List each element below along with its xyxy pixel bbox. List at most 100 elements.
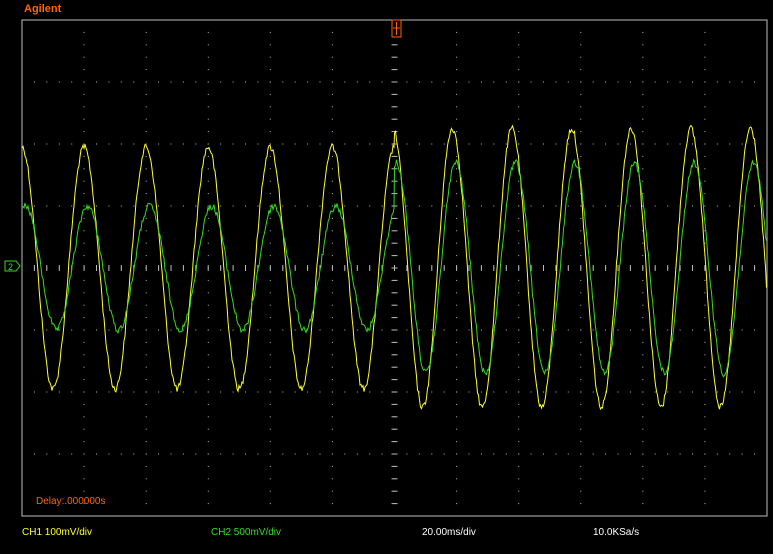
grid-dot <box>83 81 85 83</box>
status-bar: CH1 100mV/div CH2 500mV/div 20.00ms/div … <box>0 522 773 554</box>
grid-dot <box>741 391 743 393</box>
grid-dot <box>182 453 184 455</box>
grid-dot <box>654 391 656 393</box>
grid-dot <box>83 329 85 331</box>
grid-dot <box>592 391 594 393</box>
grid-dot <box>331 503 333 505</box>
grid-dot <box>605 81 607 83</box>
grid-dot <box>642 279 644 281</box>
grid-dot <box>269 279 271 281</box>
grid-dot <box>381 205 383 207</box>
grid-dot <box>642 441 644 443</box>
grid-dot <box>108 391 110 393</box>
grid-dot <box>145 292 147 294</box>
grid-dot <box>692 391 693 393</box>
grid-dot <box>269 354 271 356</box>
grid-dot <box>518 56 520 58</box>
grid-dot <box>207 255 209 257</box>
grid-dot <box>580 217 582 219</box>
grid-dot <box>518 143 520 145</box>
grid-dot <box>120 81 122 83</box>
grid-dot <box>530 81 532 83</box>
grid-dot <box>269 403 271 405</box>
grid-dot <box>642 93 644 95</box>
grid-dot <box>294 391 296 393</box>
grid-dot <box>71 329 73 331</box>
grid-dot <box>207 118 209 120</box>
grid-dot <box>145 465 147 467</box>
grid-dot <box>331 44 333 46</box>
grid-dot <box>269 441 271 443</box>
grid-dot <box>331 292 333 294</box>
grid-dot <box>257 143 259 145</box>
grid-dot <box>754 81 756 83</box>
grid-dot <box>543 81 544 83</box>
grid-dot <box>96 143 97 145</box>
grid-dot <box>580 478 582 480</box>
grid-dot <box>456 366 458 368</box>
grid-dot <box>232 143 234 145</box>
grid-dot <box>617 81 619 83</box>
grid-dot <box>96 205 97 207</box>
grid-dot <box>704 106 706 108</box>
grid-dot <box>207 391 209 393</box>
ch1-scale-readout[interactable]: CH1 100mV/div <box>22 527 92 538</box>
grid-dot <box>518 106 520 108</box>
grid-dot <box>207 143 209 145</box>
grid-dot <box>170 453 172 455</box>
grid-dot <box>456 478 458 480</box>
grid-dot <box>331 93 333 95</box>
ch2-scale-readout[interactable]: CH2 500mV/div <box>211 527 281 538</box>
grid-dot <box>592 329 594 331</box>
scope-display: 2 <box>0 0 773 554</box>
grid-dot <box>307 453 309 455</box>
grid-dot <box>518 490 520 492</box>
grid-dot <box>269 69 271 71</box>
grid-dot <box>456 93 458 95</box>
grid-dot <box>344 205 346 207</box>
grid-dot <box>716 81 718 83</box>
grid-dot <box>381 391 383 393</box>
grid-dot <box>207 168 209 170</box>
grid-dot <box>456 354 458 356</box>
grid-dot <box>518 118 520 120</box>
grid-dot <box>654 453 656 455</box>
grid-dot <box>269 292 271 294</box>
grid-dot <box>580 441 582 443</box>
grid-dot <box>518 93 520 95</box>
grid-dot <box>704 69 706 71</box>
grid-dot <box>456 230 458 232</box>
grid-dot <box>83 490 85 492</box>
grid-dot <box>580 106 582 108</box>
grid-dot <box>617 205 619 207</box>
grid-dot <box>257 81 259 83</box>
grid-dot <box>692 205 693 207</box>
grid-dot <box>83 230 85 232</box>
grid-dot <box>158 143 160 145</box>
grid-dot <box>282 453 284 455</box>
trigger-position-icon[interactable] <box>391 19 402 38</box>
grid-dot <box>741 453 743 455</box>
grid-dot <box>642 403 644 405</box>
grid-dot <box>207 441 209 443</box>
grid-dot <box>480 81 482 83</box>
grid-dot <box>381 143 383 145</box>
grid-dot <box>331 453 333 455</box>
grid-dot <box>580 341 582 343</box>
grid-dot <box>282 143 284 145</box>
grid-dot <box>406 329 408 331</box>
grid-dot <box>418 329 420 331</box>
grid-dot <box>518 217 520 219</box>
grid-dot <box>207 131 209 133</box>
grid-dot <box>356 81 358 83</box>
grid-dot <box>456 44 458 46</box>
grid-dot <box>195 143 197 145</box>
grid-dot <box>145 329 147 331</box>
grid-dot <box>207 317 209 319</box>
grid-dot <box>518 69 520 71</box>
grid-dot <box>555 81 557 83</box>
grid-dot <box>704 428 706 430</box>
grid-dot <box>518 403 520 405</box>
grid-dot <box>331 416 333 418</box>
timebase-readout[interactable]: 20.00ms/div <box>422 527 476 538</box>
